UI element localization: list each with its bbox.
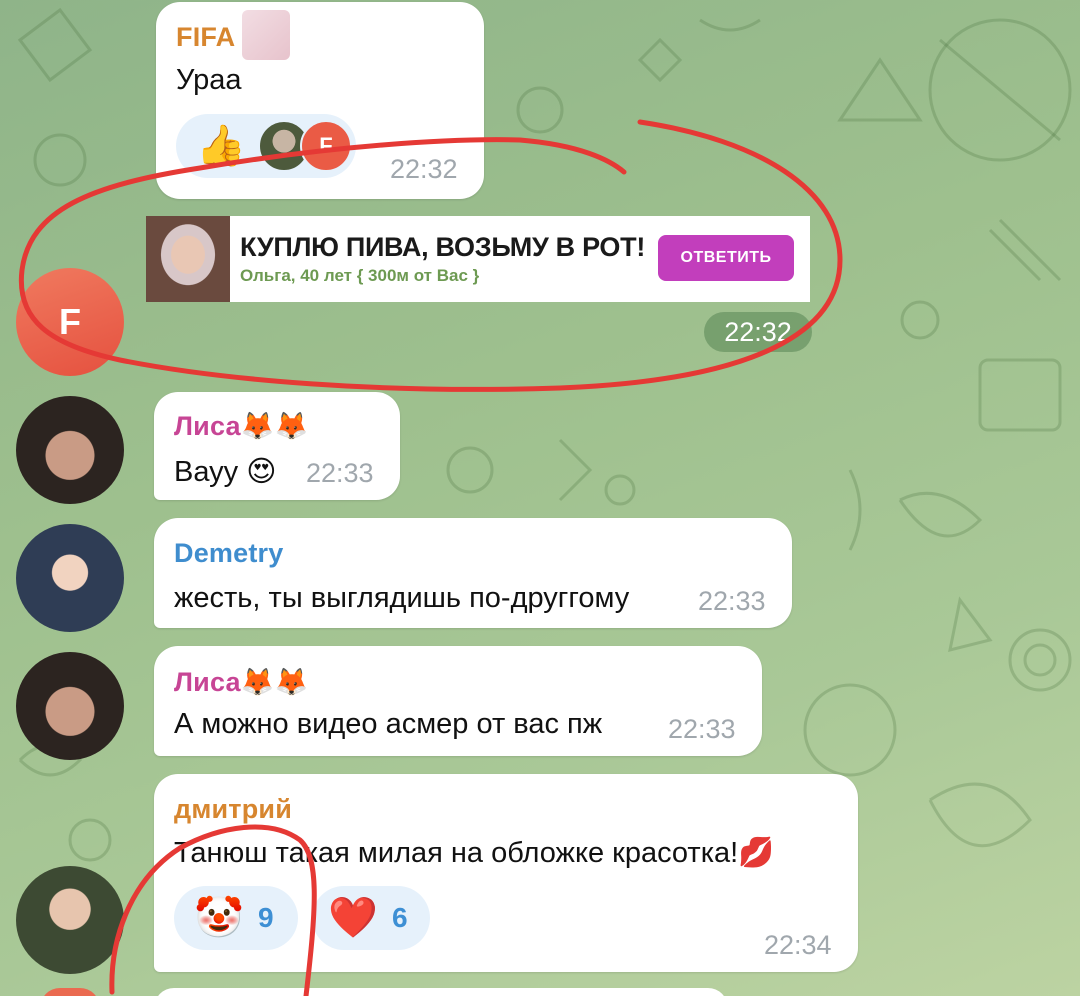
next-avatar-edge bbox=[40, 988, 100, 996]
ad-photo bbox=[146, 216, 230, 302]
reactor-avatar-f: F bbox=[300, 120, 352, 172]
clown-icon: 🤡 bbox=[194, 896, 244, 940]
sender-name-demetry[interactable]: Demetry bbox=[174, 538, 283, 569]
message-text-dmitry: Танюш такая милая на обложке красотка!💋 bbox=[174, 837, 775, 869]
message-text-lisa-1: Вауу 😍 bbox=[174, 456, 277, 488]
ad-reply-button[interactable]: ОТВЕТИТЬ bbox=[658, 235, 794, 281]
message-time-fifa: 22:32 bbox=[390, 154, 458, 184]
sender-name-lisa[interactable]: Лиса🦊🦊 bbox=[174, 410, 308, 442]
avatar-lisa[interactable] bbox=[16, 652, 124, 760]
next-message-edge bbox=[154, 988, 728, 996]
message-time-lisa-2: 22:33 bbox=[668, 714, 736, 744]
sender-name-lisa[interactable]: Лиса🦊🦊 bbox=[174, 666, 308, 698]
message-text-demetry: жесть, ты выглядишь по-друггому bbox=[174, 582, 630, 614]
fifa-sender-badge bbox=[242, 10, 290, 60]
message-time-demetry: 22:33 bbox=[698, 586, 766, 616]
avatar-demetry[interactable] bbox=[16, 524, 124, 632]
sender-name-dmitry[interactable]: дмитрий bbox=[174, 794, 292, 825]
reactor-avatar-letter: F bbox=[319, 133, 333, 158]
avatar-f[interactable]: F bbox=[16, 268, 124, 376]
heart-icon: ❤️ bbox=[328, 896, 378, 940]
heart-count: 6 bbox=[392, 902, 408, 933]
ad-banner[interactable]: КУПЛЮ ПИВА, ВОЗЬМУ В РОТ! Ольга, 40 лет … bbox=[146, 216, 810, 302]
sender-name-fifa[interactable]: FIFA bbox=[176, 22, 235, 53]
ad-title: КУПЛЮ ПИВА, ВОЗЬМУ В РОТ! bbox=[240, 232, 646, 262]
avatar-dmitry[interactable] bbox=[16, 866, 124, 974]
thumbs-up-icon: 👍 bbox=[196, 124, 246, 168]
message-text-fifa: Ураа bbox=[176, 64, 242, 96]
message-time-dmitry: 22:34 bbox=[764, 930, 832, 960]
ad-subtitle: Ольга, 40 лет { 300м от Вас } bbox=[240, 266, 480, 285]
avatar-lisa[interactable] bbox=[16, 396, 124, 504]
reaction-clown[interactable]: 🤡 9 bbox=[174, 886, 298, 950]
message-time-lisa-1: 22:33 bbox=[306, 458, 374, 488]
clown-count: 9 bbox=[258, 902, 274, 933]
avatar-letter: F bbox=[59, 301, 81, 342]
message-text-lisa-2: А можно видео асмер от вас пж bbox=[174, 708, 603, 740]
ad-time: 22:32 bbox=[704, 312, 812, 352]
reaction-heart[interactable]: ❤️ 6 bbox=[312, 886, 430, 950]
